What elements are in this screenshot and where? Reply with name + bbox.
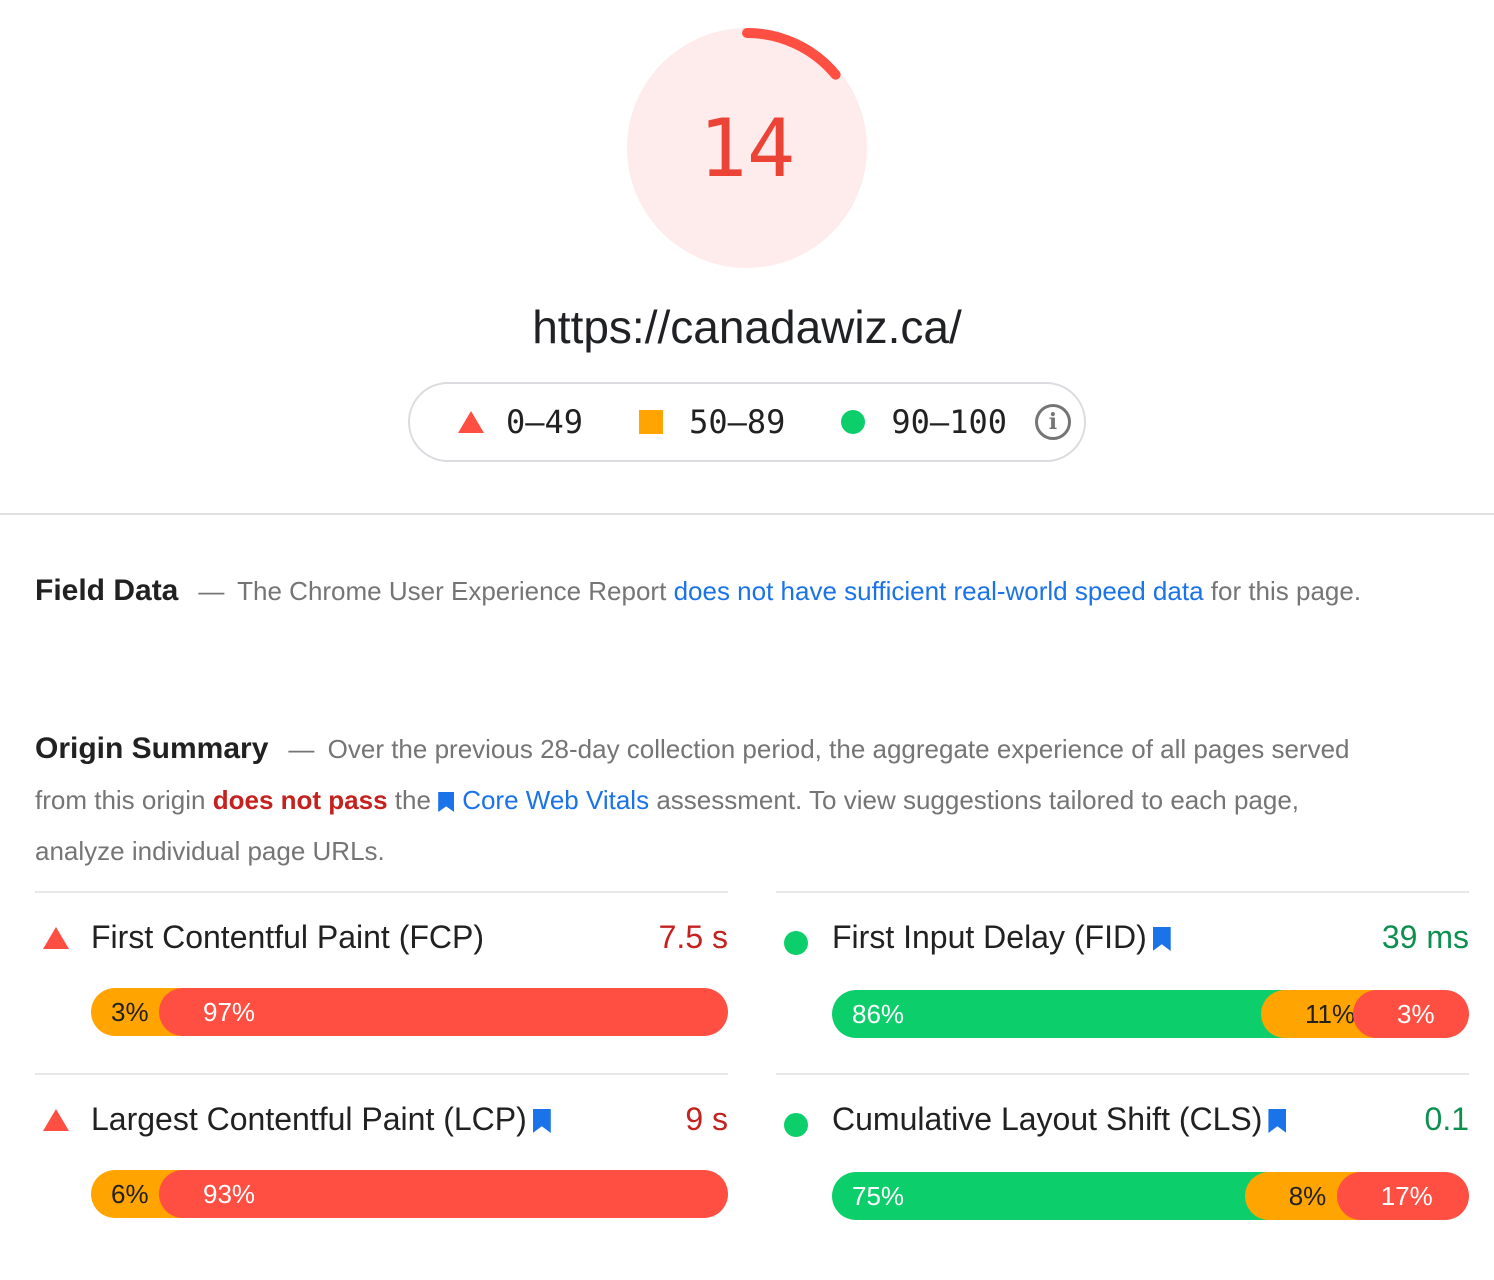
metric-name: First Contentful Paint (FCP) — [91, 919, 484, 955]
green-circle-icon — [841, 410, 866, 434]
metric-value: 39 ms — [1381, 919, 1469, 955]
legend-label-pass: 90–100 — [891, 403, 1007, 441]
bookmark-icon[interactable] — [1152, 927, 1171, 951]
orange-square-icon — [639, 410, 664, 434]
origin-summary-text-2: the — [394, 785, 431, 815]
score-legend: 0–49 50–89 90–100 i — [408, 382, 1086, 462]
legend-label-average: 50–89 — [689, 403, 786, 441]
metric-title: Cumulative Layout Shift (CLS) — [832, 1101, 1294, 1138]
bookmark-icon — [438, 792, 455, 812]
origin-summary-section: Origin Summary — Over the previous 28-day… — [35, 723, 1365, 877]
metric-card: Largest Contentful Paint (LCP) 9 s 6% 93% — [35, 1073, 728, 1253]
metric-divider — [776, 891, 1469, 893]
distribution-segment: 86% — [832, 990, 1285, 1038]
performance-score: 14 — [698, 101, 796, 195]
distribution-segment: 75% — [832, 1172, 1269, 1220]
metric-divider — [35, 1073, 728, 1075]
field-data-heading: Field Data — [35, 574, 179, 607]
metric-card: First Input Delay (FID) 39 ms 86% 11% 3% — [776, 891, 1469, 1071]
core-web-vitals-link[interactable]: Core Web Vitals — [438, 785, 649, 815]
metric-name: Largest Contentful Paint (LCP) — [91, 1101, 527, 1137]
distribution-bar: 75% 8% 17% — [832, 1172, 1469, 1220]
core-web-vitals-label: Core Web Vitals — [462, 785, 650, 815]
metric-divider — [35, 891, 728, 893]
metric-title: Largest Contentful Paint (LCP) — [91, 1101, 559, 1138]
field-data-text-end: for this page. — [1210, 576, 1362, 606]
info-icon[interactable]: i — [1034, 404, 1071, 440]
distribution-segment: 97% — [159, 988, 728, 1036]
origin-summary-heading: Origin Summary — [35, 732, 269, 765]
green-circle-icon — [784, 931, 808, 955]
metric-name: Cumulative Layout Shift (CLS) — [832, 1101, 1263, 1137]
legend-item-fail: 0–49 — [458, 403, 583, 441]
distribution-segment: 93% — [159, 1170, 728, 1218]
bookmark-icon[interactable] — [1268, 1109, 1287, 1133]
metric-card: Cumulative Layout Shift (CLS) 0.1 75% 8% 17% — [776, 1073, 1469, 1253]
metric-title: First Input Delay (FID) — [832, 919, 1179, 956]
performance-score-gauge: 14 — [627, 28, 867, 268]
section-divider — [0, 513, 1494, 515]
distribution-bar: 3% 97% — [91, 988, 728, 1036]
metric-value: 7.5 s — [658, 919, 728, 955]
metric-divider — [776, 1073, 1469, 1075]
distribution-bar: 86% 11% 3% — [832, 990, 1469, 1038]
legend-label-fail: 0–49 — [506, 403, 584, 441]
metric-value: 9 s — [685, 1101, 728, 1137]
red-triangle-icon — [458, 411, 484, 433]
field-data-text: The Chrome User Experience Report — [237, 576, 667, 606]
assessment-result: does not pass — [212, 785, 388, 815]
bookmark-icon[interactable] — [532, 1109, 551, 1133]
page-url: https://canadawiz.ca/ — [532, 301, 962, 353]
dash: — — [198, 576, 225, 606]
metric-title: First Contentful Paint (FCP) — [91, 919, 484, 956]
red-triangle-icon — [43, 1109, 69, 1131]
legend-item-average: 50–89 — [639, 403, 785, 441]
legend-item-pass: 90–100 — [841, 403, 1007, 441]
field-data-section: Field Data — The Chrome User Experience R… — [35, 566, 1365, 616]
distribution-segment: 3% — [1353, 990, 1469, 1038]
metric-value: 0.1 — [1424, 1101, 1469, 1137]
green-circle-icon — [784, 1113, 808, 1137]
red-triangle-icon — [43, 927, 69, 949]
distribution-segment: 17% — [1336, 1172, 1469, 1220]
dash: — — [288, 734, 315, 764]
distribution-bar: 6% 93% — [91, 1170, 728, 1218]
field-data-link[interactable]: does not have sufficient real-world spee… — [674, 576, 1204, 606]
metric-name: First Input Delay (FID) — [832, 919, 1147, 955]
metric-card: First Contentful Paint (FCP) 7.5 s 3% 97% — [35, 891, 728, 1071]
